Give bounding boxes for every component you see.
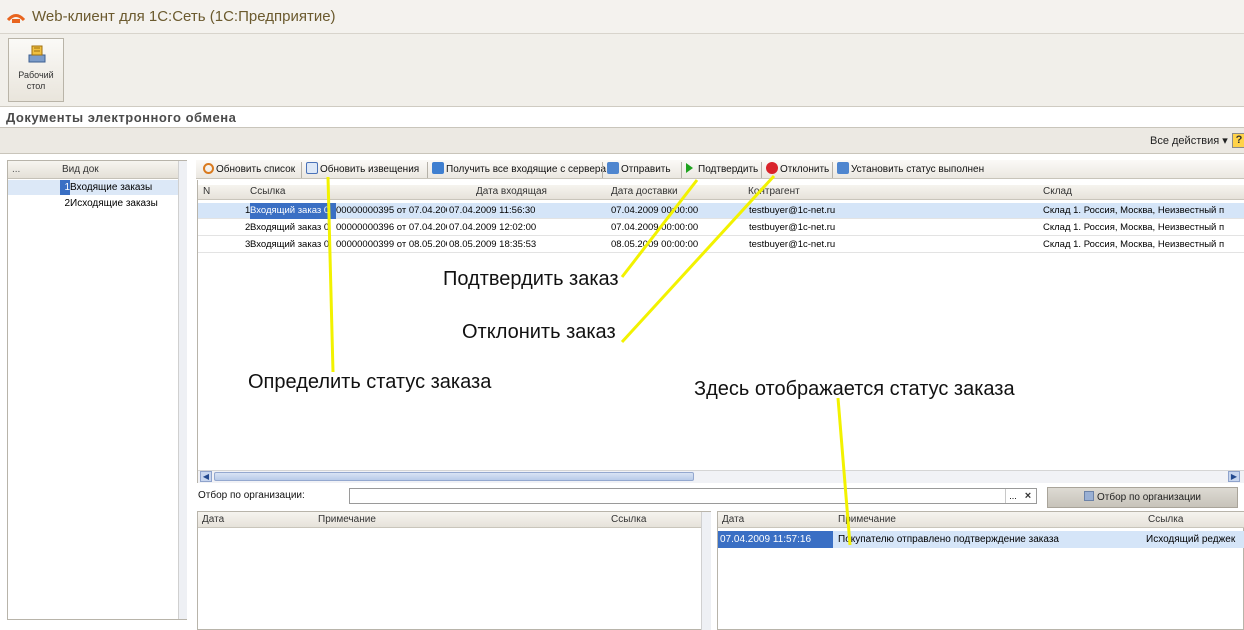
set-done-status-button[interactable]: Установить статус выполнен xyxy=(837,162,984,178)
grid-header xyxy=(198,185,1244,200)
send-icon xyxy=(607,162,619,174)
column-header[interactable]: Ссылка xyxy=(1148,514,1183,525)
incoming-status-grid[interactable] xyxy=(197,511,711,630)
toolbar-separator xyxy=(761,162,762,178)
status-icon xyxy=(837,162,849,174)
column-header[interactable]: Дата входящая xyxy=(476,186,547,197)
order-status-grid[interactable] xyxy=(717,511,1244,630)
desktop-button[interactable]: Рабочий стол xyxy=(8,38,64,102)
scroll-left-icon[interactable]: ◀ xyxy=(200,471,212,482)
window-title: Web-клиент для 1С:Сеть (1С:Предприятие) xyxy=(32,8,336,25)
form-title: Документы электронного обмена xyxy=(6,110,237,125)
all-actions-menu[interactable]: Все действия ▾ xyxy=(1150,134,1228,147)
scroll-thumb[interactable] xyxy=(214,472,694,481)
select-button[interactable]: ... xyxy=(1005,489,1020,503)
desktop-label: Рабочий стол xyxy=(18,70,54,91)
toolbar-separator xyxy=(681,162,682,178)
clear-icon[interactable]: × xyxy=(1020,489,1036,503)
send-button[interactable]: Отправить xyxy=(607,162,671,178)
annotation-confirm-order: Подтвердить заказ xyxy=(443,268,619,290)
help-button[interactable]: ? xyxy=(1232,133,1244,148)
column-header[interactable]: Дата xyxy=(202,514,224,525)
document-type-header: ... Вид док xyxy=(8,161,178,179)
filter-label: Отбор по организации: xyxy=(198,490,305,501)
toolbar-separator xyxy=(427,162,428,178)
list-item[interactable]: 2 Исходящие заказы xyxy=(8,196,178,211)
play-icon xyxy=(686,163,693,173)
refresh-list-button[interactable]: Обновить список xyxy=(203,162,295,178)
filter-by-organization-button[interactable]: Отбор по организации xyxy=(1047,487,1238,508)
annotation-reject-order: Отклонить заказ xyxy=(462,321,616,343)
column-header[interactable]: Дата доставки xyxy=(611,186,678,197)
table-row[interactable]: 07.04.2009 11:57:16 Покупателю отправлен… xyxy=(718,531,1244,548)
receive-icon xyxy=(432,162,444,174)
scroll-right-icon[interactable]: ▶ xyxy=(1228,471,1240,482)
list-item[interactable]: 1 Входящие заказы xyxy=(8,180,178,195)
table-row[interactable]: 2 Входящий заказ 0 00000000396 от 07.04.… xyxy=(198,220,1244,236)
receive-all-button[interactable]: Получить все входящие с сервера xyxy=(432,162,606,178)
annotation-status-shown-here: Здесь отображается статус заказа xyxy=(694,378,1015,400)
column-header[interactable]: N xyxy=(203,186,210,197)
reject-icon xyxy=(766,162,778,174)
form-command-bar xyxy=(0,127,1244,154)
refresh-notices-button[interactable]: Обновить извещения xyxy=(306,162,419,178)
filter-icon xyxy=(1083,491,1094,501)
reject-button[interactable]: Отклонить xyxy=(766,162,829,178)
column-header[interactable]: Склад xyxy=(1043,186,1072,197)
organization-filter-input[interactable] xyxy=(349,488,1037,504)
column-header[interactable]: Примечание xyxy=(838,514,896,525)
table-row[interactable]: 1 Входящий заказ 0 00000000395 от 07.04.… xyxy=(198,203,1244,219)
left-list-scrollbar[interactable] xyxy=(178,161,187,619)
desktop-icon xyxy=(28,45,46,63)
annotation-determine-status: Определить статус заказа xyxy=(248,371,492,393)
column-header[interactable]: Примечание xyxy=(318,514,376,525)
table-row[interactable]: 3 Входящий заказ 0 00000000399 от 08.05.… xyxy=(198,237,1244,253)
bottom-left-scrollbar[interactable] xyxy=(701,512,711,630)
notice-refresh-icon xyxy=(306,162,318,174)
toolbar-separator xyxy=(832,162,833,178)
1c-logo-icon xyxy=(7,14,25,23)
sections-panel xyxy=(0,34,1244,107)
toolbar-separator xyxy=(301,162,302,178)
document-type-list[interactable] xyxy=(7,160,187,620)
column-header[interactable]: Ссылка xyxy=(611,514,646,525)
refresh-icon xyxy=(203,163,214,174)
column-header[interactable]: Дата xyxy=(722,514,744,525)
toolbar-separator xyxy=(602,162,603,178)
confirm-button[interactable]: Подтвердить xyxy=(686,162,758,178)
column-header[interactable]: Контрагент xyxy=(748,186,800,197)
column-header[interactable]: Ссылка xyxy=(250,186,285,197)
